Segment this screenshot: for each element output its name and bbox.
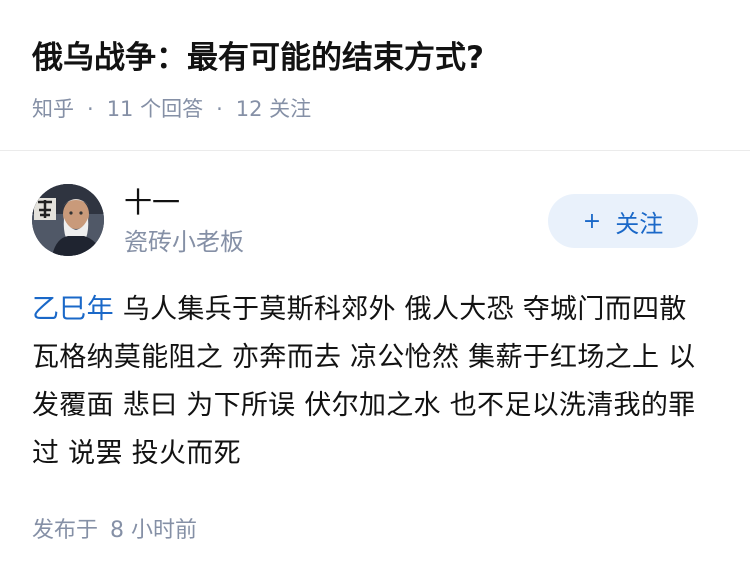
keyword-link[interactable]: 乙巳年 xyxy=(32,294,114,325)
plus-icon: + xyxy=(582,208,602,234)
publish-info: 发布于 8 小时前 xyxy=(32,514,197,548)
answer-text: 乌人集兵于莫斯科郊外 俄人大恐 夺城门而四散 瓦格纳莫能阻之 亦奔而去 凉公怆然… xyxy=(32,294,696,469)
follow-button-label: 关注 xyxy=(615,209,664,238)
answer-count[interactable]: 11 个回答 xyxy=(107,97,203,121)
meta-separator: · xyxy=(87,97,94,121)
published-label: 发布于 xyxy=(32,518,99,543)
follow-button[interactable]: + 关注 xyxy=(548,194,698,248)
header-divider xyxy=(0,150,750,151)
answer-content: 乙巳年 乌人集兵于莫斯科郊外 俄人大恐 夺城门而四散 瓦格纳莫能阻之 亦奔而去 … xyxy=(32,286,722,478)
source-label[interactable]: 知乎 xyxy=(32,97,74,121)
question-meta: 知乎 · 11 个回答 · 12 关注 xyxy=(32,92,311,126)
author-name[interactable]: 十一 xyxy=(124,184,180,222)
meta-separator: · xyxy=(216,97,223,121)
published-time: 8 小时前 xyxy=(110,518,198,543)
question-title[interactable]: 俄乌战争：最有可能的结束方式? xyxy=(32,36,484,80)
follower-count[interactable]: 12 关注 xyxy=(236,97,311,121)
question-header: 俄乌战争：最有可能的结束方式? 知乎 · 11 个回答 · 12 关注 xyxy=(0,0,750,151)
portrait-avatar-icon xyxy=(32,184,104,256)
author-bio: 瓷砖小老板 xyxy=(124,228,244,256)
avatar[interactable] xyxy=(32,184,104,256)
answer-page: 俄乌战争：最有可能的结束方式? 知乎 · 11 个回答 · 12 关注 十一 瓷砖小老板… xyxy=(0,0,750,582)
